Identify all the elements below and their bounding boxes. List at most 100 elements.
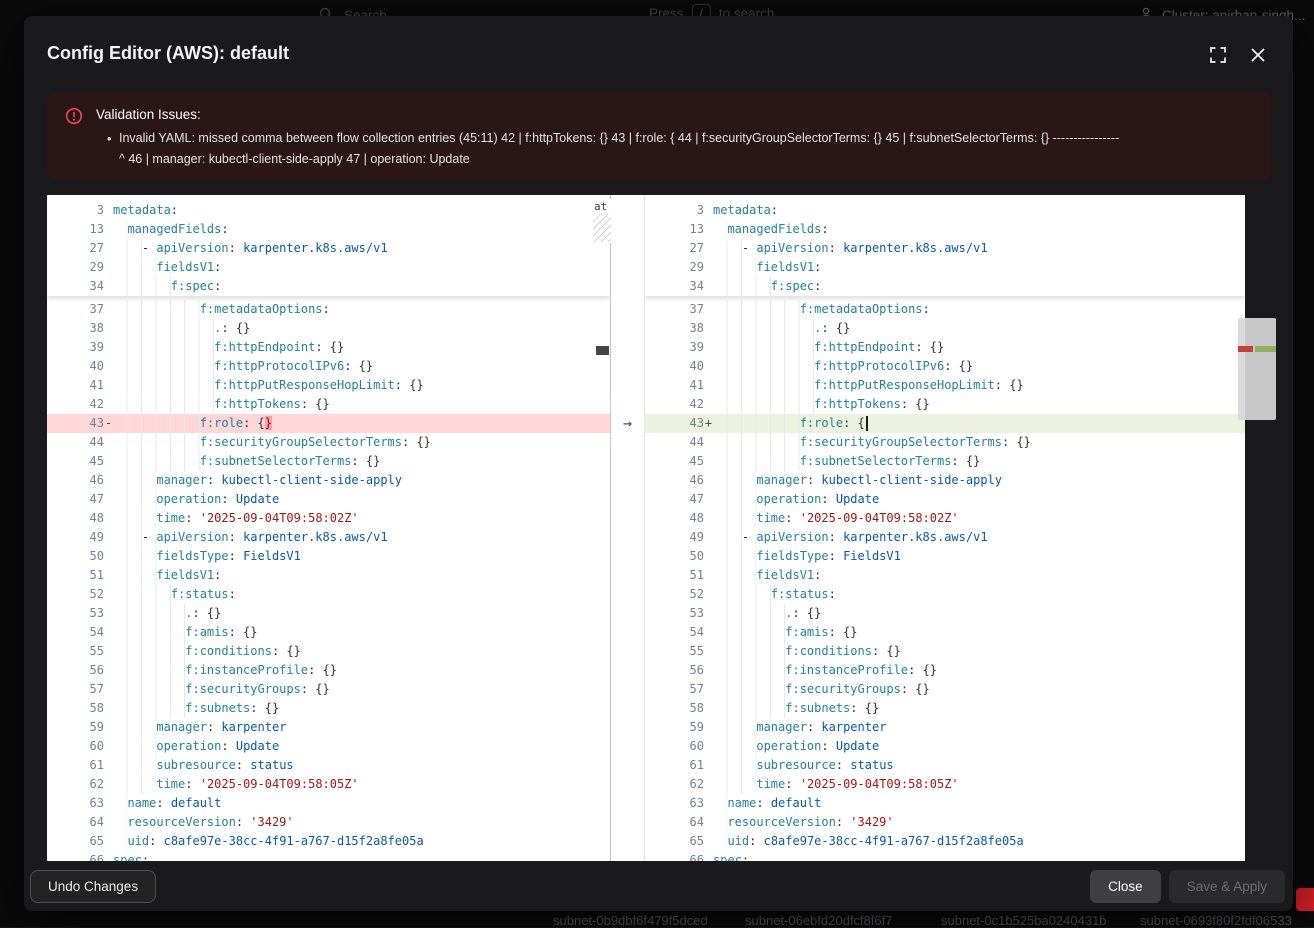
code-line[interactable]: 51 fieldsV1:: [47, 566, 610, 585]
code-line[interactable]: 3metadata:: [645, 201, 1245, 220]
code-line[interactable]: 40 f:httpProtocolIPv6: {}: [645, 357, 1245, 376]
code-line[interactable]: 41 f:httpPutResponseHopLimit: {}: [47, 376, 610, 395]
code-line[interactable]: 57 f:securityGroups: {}: [645, 680, 1245, 699]
code-line[interactable]: 46 manager: kubectl-client-side-apply: [645, 471, 1245, 490]
line-content: f:role: {: [713, 414, 868, 433]
close-dialog-button[interactable]: [1246, 44, 1270, 68]
code-line[interactable]: 50 fieldsType: FieldsV1: [645, 547, 1245, 566]
code-line[interactable]: 38 .: {}: [47, 319, 610, 338]
code-line[interactable]: 3metadata:: [47, 201, 610, 220]
code-line[interactable]: 49 - apiVersion: karpenter.k8s.aws/v1: [47, 528, 610, 547]
code-line[interactable]: 38 .: {}: [645, 319, 1245, 338]
code-line[interactable]: 53 .: {}: [47, 604, 610, 623]
modified-editor-pane[interactable]: 37 f:metadataOptions:38 .: {}39 f:httpEn…: [645, 195, 1245, 861]
code-line[interactable]: 34 f:spec:: [645, 277, 1245, 296]
code-line[interactable]: 45 f:subnetSelectorTerms: {}: [645, 452, 1245, 471]
code-line[interactable]: 29 fieldsV1:: [645, 258, 1245, 277]
save-apply-button[interactable]: Save & Apply: [1169, 870, 1285, 903]
code-line[interactable]: 48 time: '2025-09-04T09:58:02Z': [645, 509, 1245, 528]
code-line[interactable]: 42 f:httpTokens: {}: [645, 395, 1245, 414]
line-content: time: '2025-09-04T09:58:05Z': [713, 775, 959, 794]
undo-changes-button[interactable]: Undo Changes: [30, 870, 156, 903]
code-line[interactable]: 47 operation: Update: [47, 490, 610, 509]
line-content: managedFields:: [113, 220, 229, 239]
code-line[interactable]: 61 subresource: status: [47, 756, 610, 775]
code-line[interactable]: 48 time: '2025-09-04T09:58:02Z': [47, 509, 610, 528]
line-number: 57: [645, 680, 704, 699]
code-line[interactable]: 59 manager: karpenter: [47, 718, 610, 737]
code-line[interactable]: 44 f:securityGroupSelectorTerms: {}: [47, 433, 610, 452]
line-number: 56: [47, 661, 104, 680]
code-line[interactable]: 49 - apiVersion: karpenter.k8s.aws/v1: [645, 528, 1245, 547]
code-line[interactable]: 47 operation: Update: [645, 490, 1245, 509]
code-line[interactable]: 44 f:securityGroupSelectorTerms: {}: [645, 433, 1245, 452]
code-line[interactable]: 60 operation: Update: [645, 737, 1245, 756]
close-icon: [1248, 53, 1268, 68]
code-line[interactable]: 64 resourceVersion: '3429': [47, 813, 610, 832]
code-line[interactable]: 65 uid: c8afe97e-38cc-4f91-a767-d15f2a8f…: [47, 832, 610, 851]
code-line[interactable]: 59 manager: karpenter: [645, 718, 1245, 737]
diff-sign: [704, 357, 713, 376]
code-line[interactable]: 52 f:status:: [645, 585, 1245, 604]
code-line[interactable]: 55 f:conditions: {}: [47, 642, 610, 661]
code-line[interactable]: 37 f:metadataOptions:: [47, 300, 610, 319]
code-line[interactable]: 40 f:httpProtocolIPv6: {}: [47, 357, 610, 376]
modified-sticky-scroll[interactable]: 3metadata:13 managedFields:27 - apiVersi…: [645, 195, 1245, 296]
code-line[interactable]: 42 f:httpTokens: {}: [47, 395, 610, 414]
line-content: uid: c8afe97e-38cc-4f91-a767-d15f2a8fe05…: [713, 832, 1024, 851]
code-line[interactable]: 37 f:metadataOptions:: [645, 300, 1245, 319]
close-button[interactable]: Close: [1090, 870, 1161, 903]
code-line[interactable]: 27 - apiVersion: karpenter.k8s.aws/v1: [645, 239, 1245, 258]
code-line[interactable]: 66spec:: [645, 851, 1245, 861]
code-line[interactable]: 41 f:httpPutResponseHopLimit: {}: [645, 376, 1245, 395]
scrollbar-thumb[interactable]: [1238, 318, 1276, 420]
validation-message: Invalid YAML: missed comma between flow …: [119, 128, 1254, 170]
notification-badge[interactable]: [1296, 888, 1314, 911]
code-line[interactable]: 29 fieldsV1:: [47, 258, 610, 277]
fullscreen-button[interactable]: [1206, 44, 1230, 68]
code-line[interactable]: 45 f:subnetSelectorTerms: {}: [47, 452, 610, 471]
code-line[interactable]: 64 resourceVersion: '3429': [645, 813, 1245, 832]
code-line[interactable]: 52 f:status:: [47, 585, 610, 604]
code-line[interactable]: 66spec:: [47, 851, 610, 861]
code-line[interactable]: 13 managedFields:: [47, 220, 610, 239]
line-number: 41: [645, 376, 704, 395]
code-line[interactable]: 13 managedFields:: [645, 220, 1245, 239]
code-line[interactable]: 65 uid: c8afe97e-38cc-4f91-a767-d15f2a8f…: [645, 832, 1245, 851]
original-editor-pane[interactable]: 37 f:metadataOptions:38 .: {}39 f:httpEn…: [47, 195, 610, 861]
code-line[interactable]: 54 f:amis: {}: [645, 623, 1245, 642]
code-line[interactable]: 63 name: default: [47, 794, 610, 813]
diff-sign: [104, 737, 113, 756]
code-line[interactable]: 58 f:subnets: {}: [645, 699, 1245, 718]
code-line[interactable]: 61 subresource: status: [645, 756, 1245, 775]
code-line[interactable]: 62 time: '2025-09-04T09:58:05Z': [47, 775, 610, 794]
code-line[interactable]: 43+ f:role: {: [645, 414, 1245, 433]
code-line[interactable]: 62 time: '2025-09-04T09:58:05Z': [645, 775, 1245, 794]
line-number: 64: [645, 813, 704, 832]
line-number: 54: [47, 623, 104, 642]
code-line[interactable]: 27 - apiVersion: karpenter.k8s.aws/v1: [47, 239, 610, 258]
code-line[interactable]: 53 .: {}: [645, 604, 1245, 623]
code-line[interactable]: 63 name: default: [645, 794, 1245, 813]
diff-sash[interactable]: →: [610, 195, 645, 861]
code-line[interactable]: 55 f:conditions: {}: [645, 642, 1245, 661]
line-number: 48: [645, 509, 704, 528]
code-line[interactable]: 56 f:instanceProfile: {}: [47, 661, 610, 680]
code-line[interactable]: 46 manager: kubectl-client-side-apply: [47, 471, 610, 490]
code-line[interactable]: 39 f:httpEndpoint: {}: [47, 338, 610, 357]
original-code-lines: 37 f:metadataOptions:38 .: {}39 f:httpEn…: [47, 300, 610, 861]
line-number: 55: [645, 642, 704, 661]
code-line[interactable]: 43- f:role: {}: [47, 414, 610, 433]
code-line[interactable]: 50 fieldsType: FieldsV1: [47, 547, 610, 566]
code-line[interactable]: 54 f:amis: {}: [47, 623, 610, 642]
code-line[interactable]: 60 operation: Update: [47, 737, 610, 756]
original-sticky-scroll[interactable]: 3metadata:13 managedFields:27 - apiVersi…: [47, 195, 610, 296]
diff-revert-arrow-icon[interactable]: →: [611, 414, 644, 433]
code-line[interactable]: 39 f:httpEndpoint: {}: [645, 338, 1245, 357]
code-line[interactable]: 51 fieldsV1:: [645, 566, 1245, 585]
code-line[interactable]: 58 f:subnets: {}: [47, 699, 610, 718]
line-number: 27: [645, 239, 704, 258]
code-line[interactable]: 34 f:spec:: [47, 277, 610, 296]
code-line[interactable]: 56 f:instanceProfile: {}: [645, 661, 1245, 680]
code-line[interactable]: 57 f:securityGroups: {}: [47, 680, 610, 699]
